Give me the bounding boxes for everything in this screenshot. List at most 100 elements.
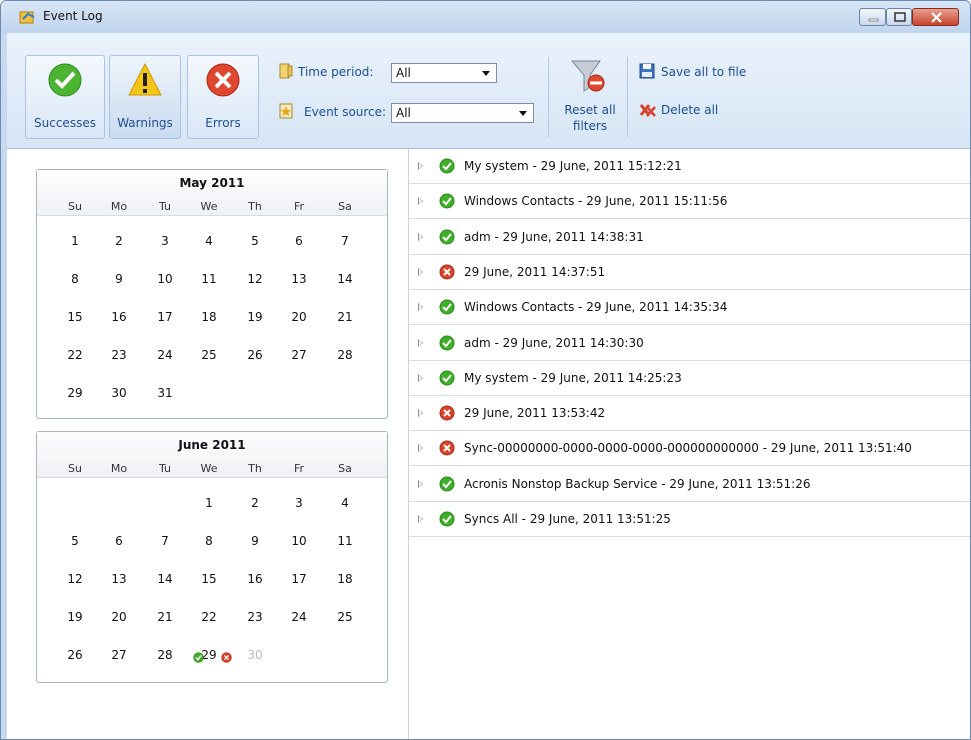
- calendar-day[interactable]: 25: [323, 610, 367, 624]
- calendar-day[interactable]: 18: [323, 572, 367, 586]
- success-check-icon: [193, 652, 204, 663]
- warnings-filter-button[interactable]: Warnings: [109, 55, 181, 139]
- calendar-day[interactable]: 23: [97, 348, 141, 362]
- time-period-value: All: [396, 66, 411, 80]
- expand-triangle-icon[interactable]: [418, 303, 423, 312]
- calendar-day[interactable]: 12: [233, 272, 277, 286]
- calendar-day[interactable]: 5: [53, 534, 97, 548]
- calendar-day[interactable]: 10: [143, 272, 187, 286]
- calendar-day[interactable]: 13: [97, 572, 141, 586]
- expand-triangle-icon[interactable]: [418, 409, 423, 418]
- calendar-day[interactable]: 3: [277, 496, 321, 510]
- expand-triangle-icon[interactable]: [418, 267, 423, 276]
- calendar-day[interactable]: 9: [233, 534, 277, 548]
- calendar-day[interactable]: 6: [277, 234, 321, 248]
- calendar-day[interactable]: 21: [143, 610, 187, 624]
- minimize-button[interactable]: [859, 8, 886, 26]
- calendar-day[interactable]: 17: [277, 572, 321, 586]
- calendar-day[interactable]: 1: [187, 496, 231, 510]
- calendar-day[interactable]: 11: [323, 534, 367, 548]
- event-row[interactable]: Windows Contacts - 29 June, 2011 14:35:3…: [409, 290, 970, 326]
- calendar-day[interactable]: 16: [233, 572, 277, 586]
- calendar-day[interactable]: 31: [143, 386, 187, 400]
- toolbar-separator: [627, 57, 628, 137]
- calendar-day[interactable]: 25: [187, 348, 231, 362]
- calendar-day[interactable]: 8: [187, 534, 231, 548]
- calendar-day[interactable]: 2: [97, 234, 141, 248]
- calendar-day[interactable]: 14: [323, 272, 367, 286]
- expand-triangle-icon[interactable]: [418, 515, 423, 523]
- calendar-day[interactable]: 5: [233, 234, 277, 248]
- event-row[interactable]: Windows Contacts - 29 June, 2011 15:11:5…: [409, 184, 970, 220]
- calendar-day[interactable]: 26: [53, 648, 97, 662]
- calendar-day[interactable]: 20: [277, 310, 321, 324]
- calendar-day[interactable]: 10: [277, 534, 321, 548]
- calendar-day[interactable]: 29: [53, 386, 97, 400]
- calendar-day[interactable]: 27: [277, 348, 321, 362]
- error-x-icon: [439, 264, 455, 280]
- calendar-day[interactable]: 20: [97, 610, 141, 624]
- expand-triangle-icon[interactable]: [418, 232, 423, 241]
- event-row[interactable]: My system - 29 June, 2011 15:12:21: [409, 149, 970, 184]
- calendar-day[interactable]: 7: [143, 534, 187, 548]
- calendar-day[interactable]: 21: [323, 310, 367, 324]
- calendar-day[interactable]: 9: [97, 272, 141, 286]
- expand-triangle-icon[interactable]: [418, 444, 423, 453]
- expand-triangle-icon[interactable]: [418, 338, 423, 347]
- expand-triangle-icon[interactable]: [418, 197, 423, 206]
- event-row[interactable]: 29 June, 2011 14:37:51: [409, 255, 970, 290]
- save-all-button[interactable]: Save all to file: [639, 63, 779, 83]
- weekday-header: Tu: [158, 462, 172, 475]
- calendar-day[interactable]: 28: [323, 348, 367, 362]
- calendar-day[interactable]: 26: [233, 348, 277, 362]
- calendar-day[interactable]: 19: [233, 310, 277, 324]
- calendar-day[interactable]: 2: [233, 496, 277, 510]
- close-button[interactable]: [912, 8, 959, 26]
- calendar-day[interactable]: 12: [53, 572, 97, 586]
- calendar-day[interactable]: 7: [323, 234, 367, 248]
- calendar-day[interactable]: 15: [187, 572, 231, 586]
- event-row[interactable]: adm - 29 June, 2011 14:38:31: [409, 220, 970, 255]
- time-period-select[interactable]: All: [391, 63, 497, 83]
- reset-filters-button[interactable]: Reset all filters: [555, 55, 625, 139]
- calendar-day[interactable]: 18: [187, 310, 231, 324]
- expand-triangle-icon[interactable]: [418, 479, 423, 488]
- calendar-day[interactable]: 3: [143, 234, 187, 248]
- calendar-day[interactable]: 24: [143, 348, 187, 362]
- event-row[interactable]: 29 June, 2011 13:53:42: [409, 396, 970, 432]
- calendar-day[interactable]: 14: [143, 572, 187, 586]
- calendar-day[interactable]: 13: [277, 272, 321, 286]
- maximize-button[interactable]: [886, 8, 912, 26]
- calendar-day[interactable]: 22: [53, 348, 97, 362]
- calendar-day[interactable]: 4: [187, 234, 231, 248]
- calendar-day[interactable]: 15: [53, 310, 97, 324]
- successes-filter-button[interactable]: Successes: [25, 55, 105, 139]
- event-row[interactable]: My system - 29 June, 2011 14:25:23: [409, 361, 970, 396]
- calendar-day[interactable]: 19: [53, 610, 97, 624]
- event-source-label: Event source:: [304, 105, 387, 119]
- calendar-day[interactable]: 11: [187, 272, 231, 286]
- calendar-day[interactable]: 8: [53, 272, 97, 286]
- day-error-marker: [221, 652, 232, 666]
- calendar-day[interactable]: 17: [143, 310, 187, 324]
- maximize-icon: [894, 12, 906, 22]
- calendar-day[interactable]: 23: [233, 610, 277, 624]
- event-row[interactable]: Acronis Nonstop Backup Service - 29 June…: [409, 467, 970, 502]
- event-row[interactable]: adm - 29 June, 2011 14:30:30: [409, 326, 970, 361]
- calendar-day[interactable]: 6: [97, 534, 141, 548]
- calendar-day[interactable]: 24: [277, 610, 321, 624]
- expand-triangle-icon[interactable]: [418, 162, 423, 170]
- calendar-day[interactable]: 1: [53, 234, 97, 248]
- expand-triangle-icon[interactable]: [418, 373, 423, 382]
- calendar-day[interactable]: 28: [143, 648, 187, 662]
- calendar-day[interactable]: 27: [97, 648, 141, 662]
- event-row[interactable]: Syncs All - 29 June, 2011 13:51:25: [409, 502, 970, 537]
- calendar-day[interactable]: 16: [97, 310, 141, 324]
- calendar-day[interactable]: 4: [323, 496, 367, 510]
- event-source-select[interactable]: All: [391, 103, 534, 123]
- delete-all-button[interactable]: Delete all: [639, 101, 759, 121]
- calendar-day[interactable]: 30: [97, 386, 141, 400]
- event-row[interactable]: Sync-00000000-0000-0000-0000-00000000000…: [409, 431, 970, 467]
- calendar-day[interactable]: 22: [187, 610, 231, 624]
- errors-filter-button[interactable]: Errors: [187, 55, 259, 139]
